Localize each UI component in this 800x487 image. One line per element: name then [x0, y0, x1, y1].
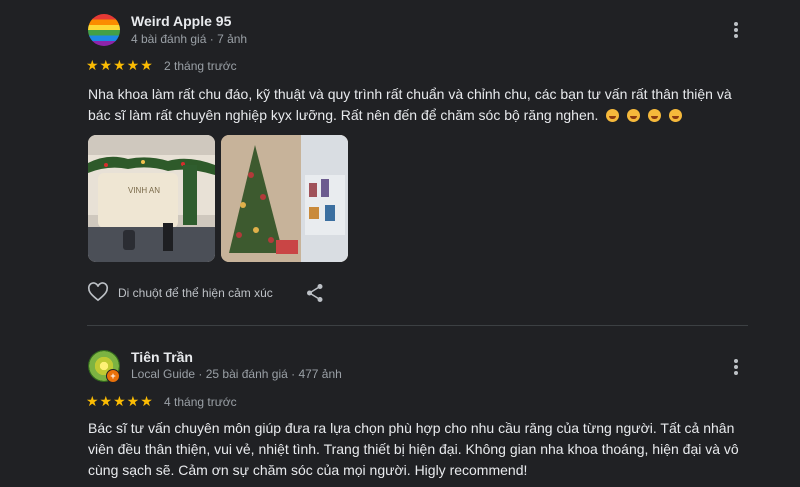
- review-time: 2 tháng trước: [164, 59, 237, 73]
- author-name[interactable]: Weird Apple 95: [131, 13, 231, 29]
- smiling-face-with-heart-eyes-icon: [606, 109, 620, 122]
- author-meta: Local Guide · 25 bài đánh giá · 477 ảnh: [131, 367, 342, 381]
- share-icon[interactable]: [306, 283, 324, 306]
- reaction-label: Di chuột để thể hiện cảm xúc: [118, 286, 273, 300]
- local-guide-badge-icon: +: [106, 369, 120, 383]
- author-avatar[interactable]: [88, 14, 120, 46]
- more-options-button[interactable]: [724, 18, 748, 42]
- photo-sign-text: VINH AN: [128, 186, 160, 195]
- author-meta: 4 bài đánh giá · 7 ảnh: [131, 32, 248, 46]
- review-text: Bác sĩ tư vấn chuyên môn giúp đưa ra lựa…: [88, 420, 739, 478]
- review-photo-reception[interactable]: VINH AN: [88, 135, 215, 262]
- more-vert-icon: [734, 22, 738, 38]
- reaction-row: Di chuột để thể hiện cảm xúc: [87, 282, 337, 304]
- review-divider: [87, 325, 748, 326]
- smiling-face-with-heart-eyes-icon: [648, 109, 662, 122]
- more-options-button[interactable]: [724, 355, 748, 379]
- star-rating: ★★★★★: [86, 57, 154, 73]
- review-photo-christmas-tree[interactable]: [221, 135, 348, 262]
- more-vert-icon: [734, 359, 738, 375]
- author-name[interactable]: Tiên Trần: [131, 349, 193, 365]
- heart-outline-icon[interactable]: [87, 282, 109, 305]
- emoji-group: [602, 107, 682, 123]
- smiling-face-with-heart-eyes-icon: [668, 109, 682, 122]
- review-time: 4 tháng trước: [164, 395, 237, 409]
- star-rating: ★★★★★: [86, 393, 154, 409]
- review-text: Nha khoa làm rất chu đáo, kỹ thuật và qu…: [88, 84, 748, 126]
- reception-image: VINH AN: [88, 135, 215, 262]
- christmas-tree-image: [221, 135, 348, 262]
- smiling-face-with-heart-eyes-icon: [627, 109, 641, 122]
